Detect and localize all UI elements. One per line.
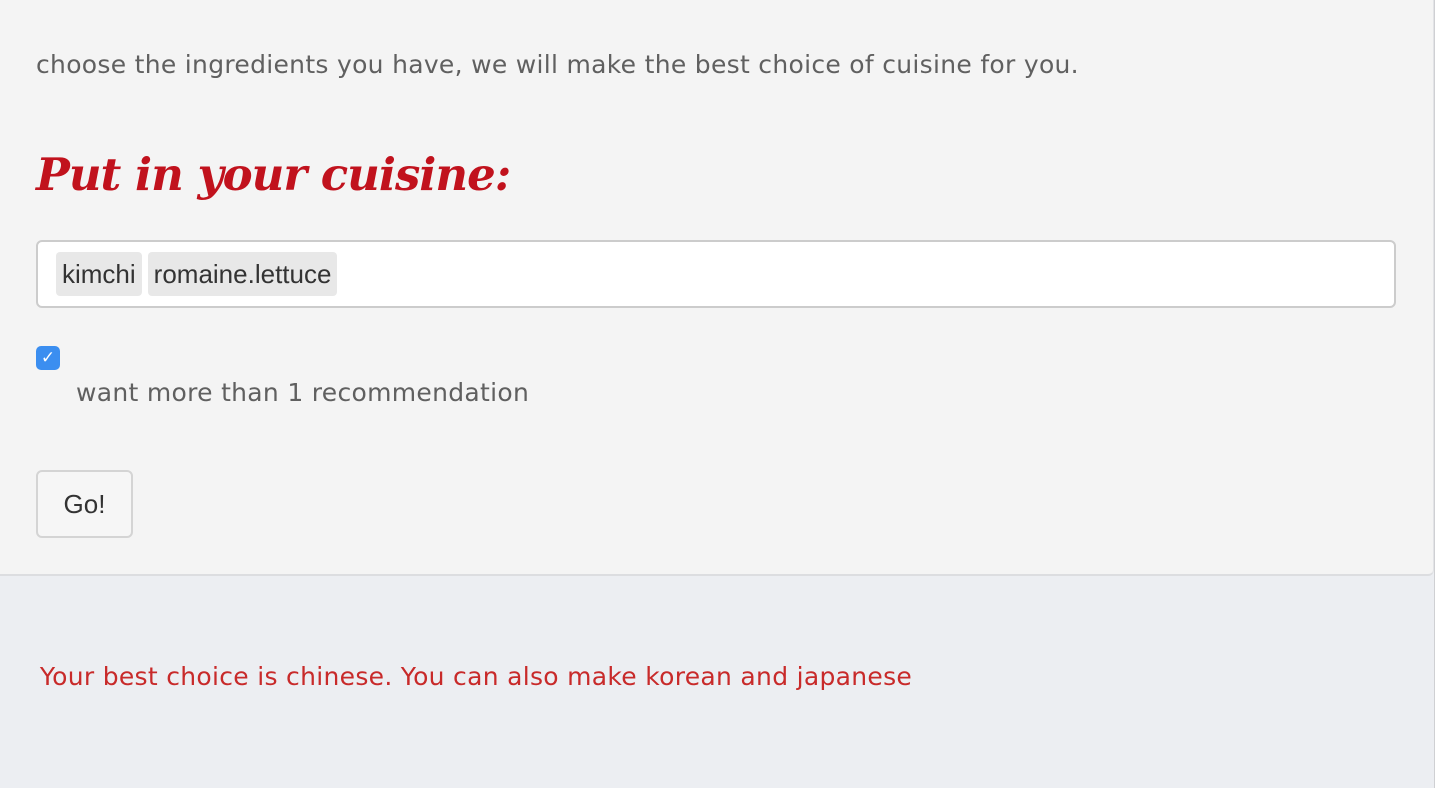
ingredients-input[interactable]: kimchi romaine.lettuce xyxy=(36,240,1396,308)
multiple-recommendations-checkbox[interactable]: ✓ xyxy=(36,346,60,370)
ingredient-tag[interactable]: romaine.lettuce xyxy=(147,252,338,296)
go-button[interactable]: Go! xyxy=(36,470,133,538)
input-panel: choose the ingredients you have, we will… xyxy=(0,0,1434,576)
ingredient-tag[interactable]: kimchi xyxy=(56,252,142,296)
intro-text: choose the ingredients you have, we will… xyxy=(36,50,1079,79)
checkbox-label: want more than 1 recommendation xyxy=(76,378,530,407)
result-text: Your best choice is chinese. You can als… xyxy=(39,662,913,691)
page-title: Put in your cuisine: xyxy=(36,148,511,201)
window-edge xyxy=(1434,0,1438,788)
